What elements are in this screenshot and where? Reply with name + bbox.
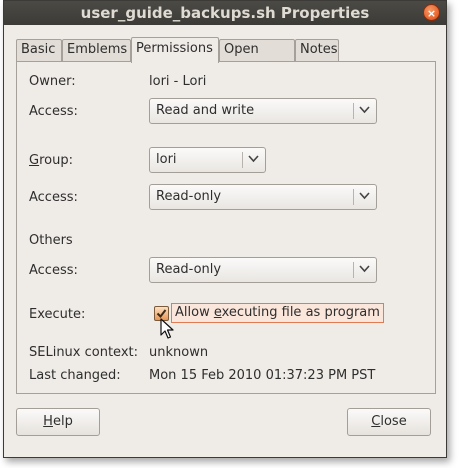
others-heading: Others (29, 233, 73, 248)
group-dropdown[interactable]: lori (149, 147, 266, 173)
tab-permissions[interactable]: Permissions (131, 37, 219, 63)
owner-access-value: Read and write (156, 103, 255, 118)
last-changed-label: Last changed: (29, 368, 121, 383)
others-access-value: Read-only (156, 262, 222, 277)
tab-notes[interactable]: Notes (295, 39, 339, 61)
window-close-icon[interactable]: × (423, 4, 440, 21)
chevron-down-icon (248, 152, 259, 169)
chevron-down-icon (359, 189, 370, 206)
others-access-label: Access: (29, 263, 78, 278)
others-access-dropdown[interactable]: Read-only (149, 257, 377, 283)
group-label: Group: (29, 153, 73, 168)
owner-value: lori - Lori (149, 74, 207, 89)
group-access-value: Read-only (156, 189, 222, 204)
owner-label: Owner: (29, 74, 76, 89)
help-button[interactable]: Help (16, 408, 100, 436)
selinux-label: SELinux context: (29, 345, 139, 360)
tab-emblems[interactable]: Emblems (62, 39, 131, 61)
execute-label: Execute: (29, 307, 86, 322)
owner-access-dropdown[interactable]: Read and write (149, 98, 377, 124)
group-access-label: Access: (29, 190, 78, 205)
group-value: lori (156, 152, 177, 167)
chevron-down-icon (359, 262, 370, 279)
tab-open-with[interactable]: Open With (219, 39, 295, 77)
selinux-value: unknown (149, 345, 209, 360)
title-bar[interactable]: user_guide_backups.sh Properties × (4, 1, 446, 25)
last-changed-value: Mon 15 Feb 2010 01:37:23 PM PST (149, 368, 376, 383)
tab-basic[interactable]: Basic (16, 39, 62, 61)
properties-dialog: user_guide_backups.sh Properties × Basic… (3, 0, 447, 458)
close-button[interactable]: Close (347, 408, 431, 436)
window-title: user_guide_backups.sh Properties (80, 4, 370, 22)
group-access-dropdown[interactable]: Read-only (149, 184, 377, 210)
mouse-pointer-icon (160, 318, 174, 344)
owner-access-label: Access: (29, 104, 78, 119)
execute-checkbox-label[interactable]: Allow executing file as program (171, 303, 384, 323)
chevron-down-icon (359, 103, 370, 120)
